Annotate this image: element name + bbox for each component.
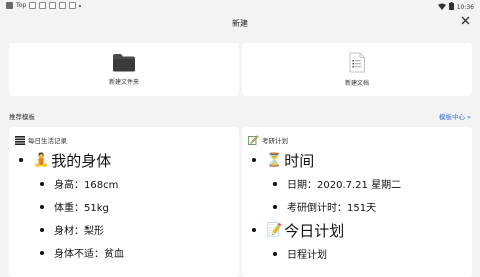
- bullet-icon: [252, 228, 256, 232]
- list-icon: [15, 135, 25, 145]
- notification-icon: [49, 2, 57, 9]
- pencil-note-icon: [248, 135, 259, 145]
- wifi-icon: [437, 3, 446, 12]
- template-card-daily-life[interactable]: 每日生活记录 🧘 我的身体 身高：168cm 体重：51kg 身材：梨形 身体不…: [9, 127, 239, 277]
- section-heading: 我的身体: [51, 151, 112, 170]
- bullet-icon: [273, 204, 277, 209]
- list-item-text: 身体不适：贫血: [54, 249, 124, 260]
- template-name: 每日生活记录: [28, 137, 67, 145]
- bullet-icon: [19, 158, 23, 162]
- list-item: 体重：51kg: [13, 195, 239, 218]
- template-title-row: 考研计划: [242, 127, 472, 145]
- folder-icon: [113, 54, 135, 72]
- list-item: 日程计划: [246, 242, 472, 265]
- bullet-icon: [273, 181, 277, 186]
- notification-icon: [39, 2, 47, 9]
- bullet-icon: [40, 227, 44, 232]
- meditation-emoji-icon: 🧘: [33, 152, 50, 168]
- battery-icon: [448, 2, 454, 12]
- app-notification-icon: [6, 2, 13, 9]
- list-item: 身材：梨形: [13, 218, 239, 241]
- dialog-header: 新建: [0, 12, 480, 34]
- section-title: 推荐模板: [9, 113, 35, 121]
- template-name: 考研计划: [262, 137, 288, 145]
- status-left-text: Top: [16, 2, 27, 9]
- new-folder-button[interactable]: 新建文件夹: [9, 43, 239, 96]
- new-document-button[interactable]: 新建文档: [242, 43, 472, 96]
- bullet-icon: [273, 251, 277, 256]
- list-item: 考研倒计时：151天: [246, 195, 472, 218]
- section-heading: 时间: [284, 151, 315, 170]
- template-title-row: 每日生活记录: [9, 127, 239, 145]
- gmail-notification-icon: [29, 2, 37, 9]
- close-icon: [461, 16, 470, 25]
- page-title: 新建: [232, 18, 248, 28]
- bullet-icon: [252, 158, 256, 162]
- list-item-text: 身高：168cm: [54, 180, 119, 191]
- list-item-text: 考研倒计时：151天: [287, 203, 377, 214]
- list-item-text: 体重：51kg: [54, 203, 109, 214]
- new-folder-label: 新建文件夹: [108, 79, 139, 86]
- list-item: 📝 今日计划: [246, 218, 472, 242]
- list-item-text: 日期：2020.7.21 星期二: [287, 180, 402, 191]
- template-card-exam-plan[interactable]: 考研计划 ⏳ 时间 日期：2020.7.21 星期二 考研倒计时：151天 📝 …: [242, 127, 472, 277]
- close-button[interactable]: [461, 16, 470, 28]
- list-item: 身高：168cm: [13, 172, 239, 195]
- list-item: ⏳ 时间: [246, 148, 472, 172]
- list-item-text: 身材：梨形: [54, 226, 104, 237]
- list-item: 日期：2020.7.21 星期二: [246, 172, 472, 195]
- list-item: 身体不适：贫血: [13, 241, 239, 264]
- bullet-icon: [40, 204, 44, 209]
- list-item: 🧘 我的身体: [13, 148, 239, 172]
- dot-icon: [79, 4, 82, 7]
- template-center-link[interactable]: 模板中心 »: [439, 111, 471, 121]
- status-time: 10:36: [456, 3, 474, 11]
- bullet-icon: [40, 250, 44, 255]
- recommended-templates-header: 推荐模板 模板中心 »: [9, 110, 471, 122]
- bullet-icon: [40, 181, 44, 186]
- notification-icon: [59, 2, 67, 9]
- notification-icon: [69, 2, 77, 9]
- list-item-text: 日程计划: [287, 250, 327, 261]
- memo-emoji-icon: 📝: [266, 222, 283, 238]
- hourglass-emoji-icon: ⏳: [266, 152, 283, 168]
- section-heading: 今日计划: [284, 221, 345, 240]
- status-bar: Top 10:36: [0, 0, 480, 12]
- new-document-label: 新建文档: [344, 80, 369, 87]
- document-icon: [349, 52, 365, 73]
